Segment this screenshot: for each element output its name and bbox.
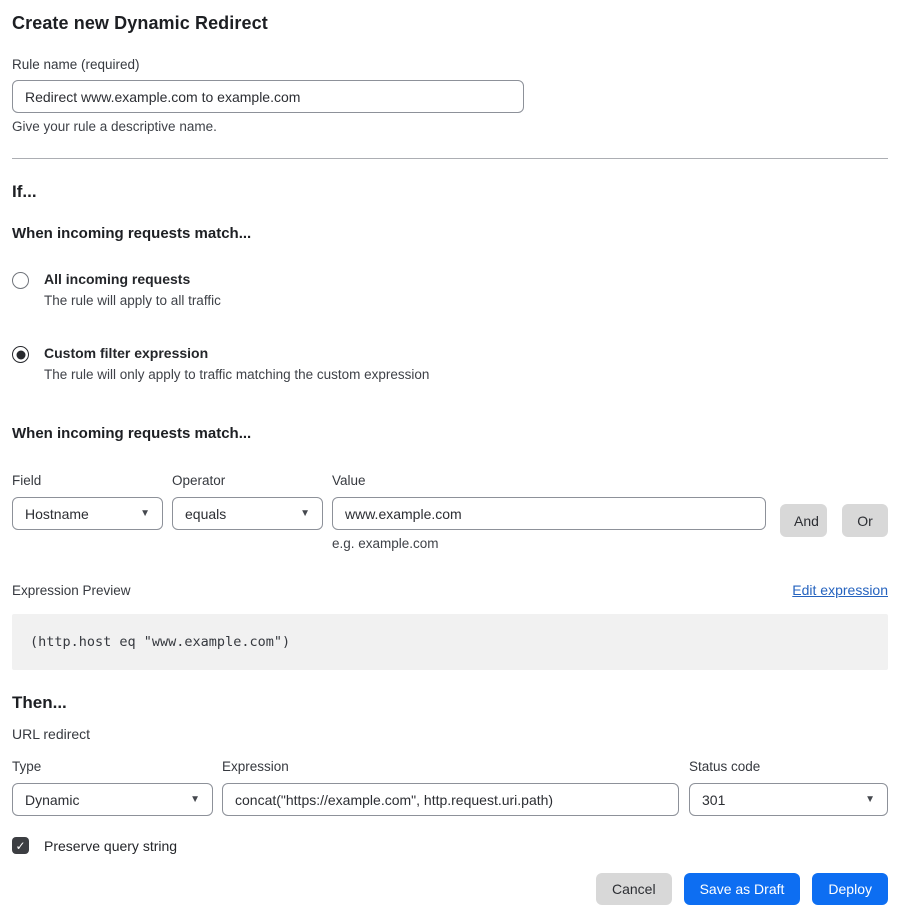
type-select-value: Dynamic: [25, 792, 79, 808]
chevron-down-icon: ▼: [140, 509, 150, 519]
field-select-value: Hostname: [25, 506, 89, 522]
filter-row: Field Hostname ▼ Operator equals ▼ Value…: [12, 450, 888, 551]
chevron-down-icon: ▼: [190, 795, 200, 805]
deploy-button[interactable]: Deploy: [812, 873, 888, 905]
url-redirect-label: URL redirect: [12, 726, 888, 742]
rule-name-input[interactable]: [12, 80, 524, 113]
expression-label: Expression: [222, 759, 679, 774]
radio-label: All incoming requests: [44, 271, 221, 287]
expression-input[interactable]: [222, 783, 679, 816]
match-options: All incoming requests The rule will appl…: [12, 271, 888, 382]
expression-preview-label: Expression Preview: [12, 583, 131, 598]
value-help: e.g. example.com: [332, 536, 766, 551]
chevron-down-icon: ▼: [300, 509, 310, 519]
status-code-label: Status code: [689, 759, 888, 774]
type-select[interactable]: Dynamic ▼: [12, 783, 213, 816]
match-heading: When incoming requests match...: [12, 225, 888, 242]
field-select[interactable]: Hostname ▼: [12, 497, 163, 530]
radio-selected-icon[interactable]: [12, 346, 29, 363]
radio-option-custom-filter[interactable]: Custom filter expression The rule will o…: [12, 345, 888, 382]
radio-description: The rule will only apply to traffic matc…: [44, 367, 429, 382]
chevron-down-icon: ▼: [865, 795, 875, 805]
operator-label: Operator: [172, 473, 323, 488]
expression-preview-code: (http.host eq "www.example.com"): [12, 614, 888, 670]
rule-name-help: Give your rule a descriptive name.: [12, 119, 888, 134]
radio-unselected-icon[interactable]: [12, 272, 29, 289]
expression-preview-header: Expression Preview Edit expression: [12, 582, 888, 598]
type-label: Type: [12, 759, 213, 774]
redirect-config-row: Type Dynamic ▼ Expression Status code 30…: [12, 742, 888, 816]
create-redirect-form: Create new Dynamic Redirect Rule name (r…: [0, 0, 907, 919]
if-heading: If...: [12, 182, 888, 202]
radio-description: The rule will apply to all traffic: [44, 293, 221, 308]
or-button[interactable]: Or: [842, 504, 888, 537]
page-title: Create new Dynamic Redirect: [12, 13, 888, 34]
preserve-query-checkbox-row[interactable]: ✓ Preserve query string: [12, 837, 888, 854]
status-code-select[interactable]: 301 ▼: [689, 783, 888, 816]
value-input[interactable]: [332, 497, 766, 530]
radio-option-all-requests[interactable]: All incoming requests The rule will appl…: [12, 271, 888, 308]
save-as-draft-button[interactable]: Save as Draft: [684, 873, 801, 905]
and-button[interactable]: And: [780, 504, 827, 537]
footer-actions: Cancel Save as Draft Deploy: [12, 873, 888, 905]
radio-label: Custom filter expression: [44, 345, 429, 361]
then-heading: Then...: [12, 693, 888, 713]
cancel-button[interactable]: Cancel: [596, 873, 672, 905]
field-label: Field: [12, 473, 163, 488]
value-label: Value: [332, 473, 766, 488]
filter-heading: When incoming requests match...: [12, 425, 888, 442]
edit-expression-link[interactable]: Edit expression: [792, 582, 888, 598]
checkbox-checked-icon[interactable]: ✓: [12, 837, 29, 854]
operator-select-value: equals: [185, 506, 226, 522]
preserve-query-label: Preserve query string: [44, 838, 177, 854]
rule-name-label: Rule name (required): [12, 57, 888, 72]
section-divider: [12, 158, 888, 159]
status-code-value: 301: [702, 792, 725, 808]
operator-select[interactable]: equals ▼: [172, 497, 323, 530]
